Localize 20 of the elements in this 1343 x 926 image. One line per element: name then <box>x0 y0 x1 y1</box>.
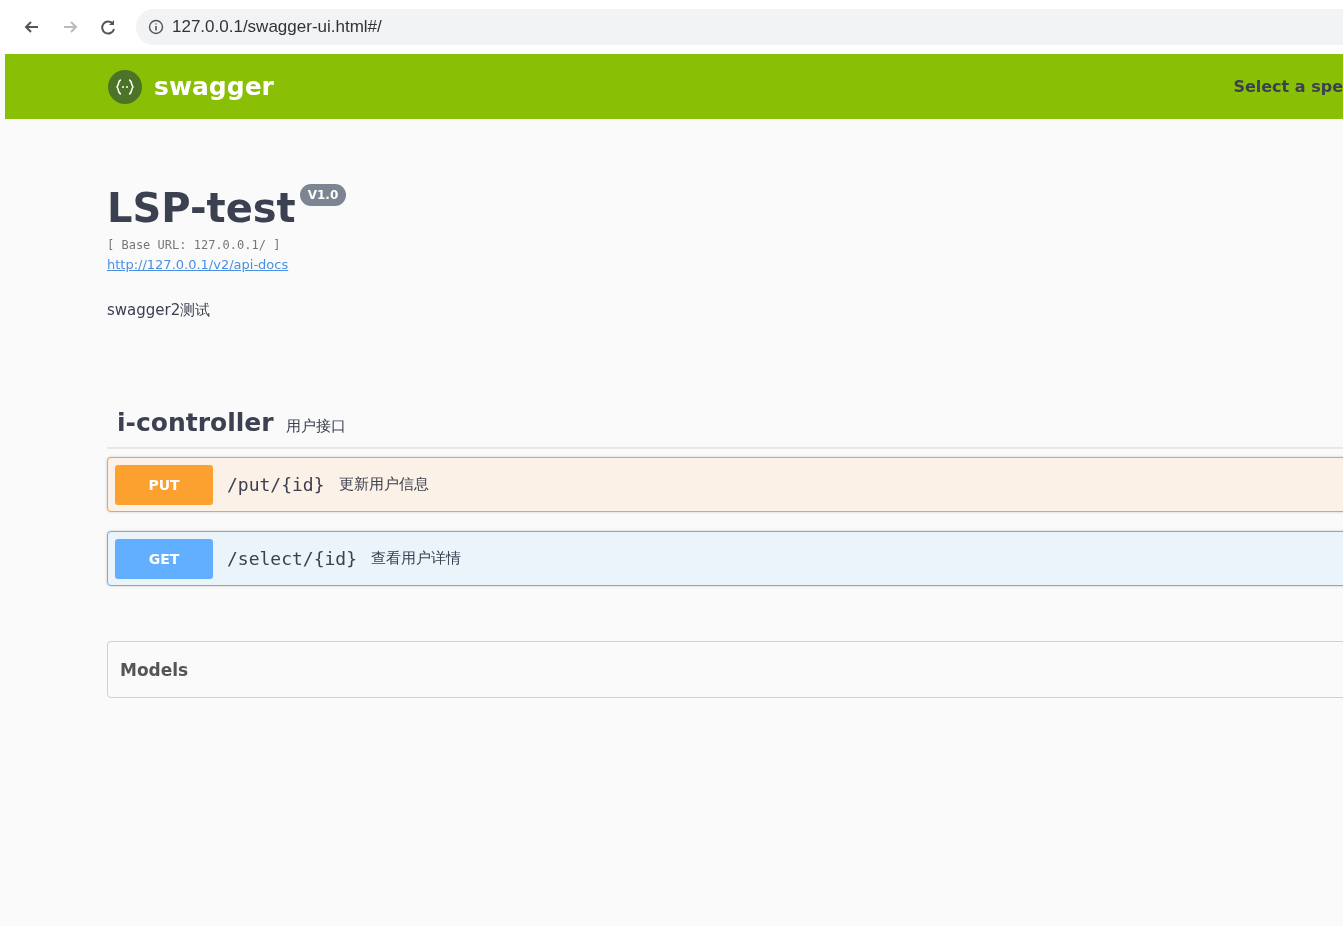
operation-row[interactable]: PUT /put/{id} 更新用户信息 <box>107 457 1343 512</box>
info-icon[interactable] <box>148 19 164 35</box>
operation-summary: 更新用户信息 <box>338 475 429 494</box>
models-section[interactable]: Models <box>107 641 1343 698</box>
operation-row[interactable]: GET /select/{id} 查看用户详情 <box>107 531 1343 586</box>
logo-icon <box>108 69 142 104</box>
api-description: swagger2测试 <box>107 301 212 320</box>
operation-path: /select/{id} <box>227 548 358 569</box>
spec-select-label: Select a spe <box>1233 77 1343 96</box>
base-url: [ Base URL: 127.0.0.1/ ] <box>107 238 282 252</box>
operation-path: /put/{id} <box>227 474 325 495</box>
address-bar[interactable]: 127.0.0.1/swagger-ui.html#/ <box>136 9 1343 45</box>
api-title: LSP-test <box>107 184 296 232</box>
method-badge: GET <box>115 538 213 579</box>
method-badge: PUT <box>115 464 213 505</box>
version-badge: V1.0 <box>299 184 347 206</box>
operation-summary: 查看用户详情 <box>371 549 462 568</box>
models-title: Models <box>120 659 189 680</box>
tag-name[interactable]: i-controller <box>117 408 274 437</box>
tag-description: 用户接口 <box>285 417 346 436</box>
